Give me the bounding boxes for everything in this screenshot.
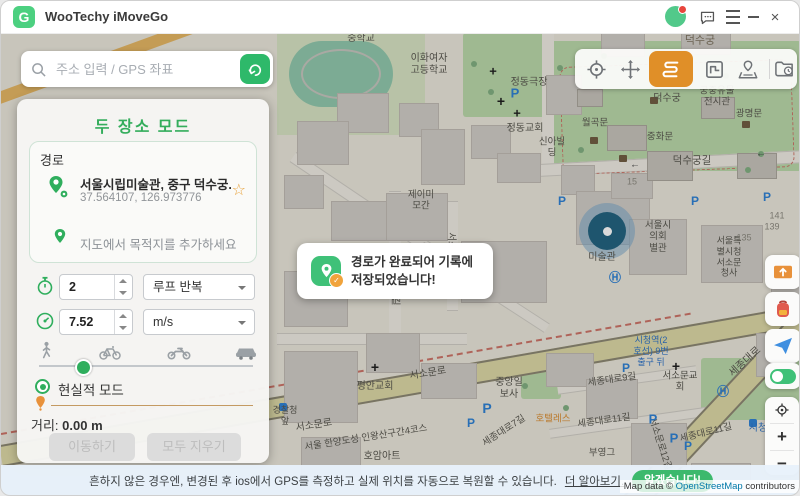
- two-spot-panel: 두 장소 모드 경로 서울시립미술관, 중구 덕수궁... 37.564107,…: [17, 99, 269, 463]
- speed-slider-thumb[interactable]: [75, 359, 92, 376]
- speed-stepper[interactable]: 7.52: [59, 309, 133, 335]
- notification-dot: [678, 5, 687, 14]
- spin-down-icon[interactable]: [119, 291, 127, 295]
- toast-message: 경로가 완료되어 기록에 저장되었습니다!: [351, 255, 473, 288]
- search-icon: [31, 62, 46, 77]
- realistic-mode-radio[interactable]: [35, 379, 50, 394]
- mode-toolbar: [575, 49, 797, 89]
- route-start-marker-icon[interactable]: [34, 395, 47, 416]
- route-label: 경로: [40, 153, 64, 168]
- multi-spot-mode-icon[interactable]: [701, 57, 727, 81]
- notice-text: 흔하지 않은 경우엔, 변경된 후 ios에서 GPS를 측정하고 실제 위치를…: [89, 476, 557, 488]
- game-backpack-button[interactable]: [765, 292, 799, 326]
- loop-count-value[interactable]: 2: [69, 280, 76, 294]
- bicycle-icon: [99, 344, 121, 365]
- route-saved-toast: ✓ 경로가 완료되어 기록에 저장되었습니다!: [297, 243, 493, 299]
- distance-row: 거리: 0.00 m: [31, 415, 103, 434]
- clear-all-button[interactable]: 모두 지우기: [147, 433, 241, 461]
- feedback-icon[interactable]: [697, 7, 717, 27]
- spin-up-icon[interactable]: [119, 279, 127, 283]
- route-box: 경로 서울시립미술관, 중구 덕수궁... 37.564107, 126.973…: [29, 141, 257, 263]
- titlebar: G WooTechy iMoveGo ×: [1, 1, 799, 34]
- cooldown-toggle[interactable]: [765, 363, 799, 389]
- origin-coords: 37.564107, 126.973776: [80, 192, 202, 204]
- origin-name[interactable]: 서울시립미술관, 중구 덕수궁...: [80, 174, 232, 193]
- favorite-star-icon[interactable]: ☆: [232, 180, 246, 200]
- map-attribution: Map data © OpenStreetMap contributors: [619, 480, 799, 493]
- route-go-button[interactable]: [240, 54, 270, 84]
- loop-count-stepper[interactable]: 2: [59, 274, 133, 300]
- paper-plane-icon: [774, 337, 792, 355]
- route-progress-line: [51, 405, 253, 406]
- speed-slider-track[interactable]: [39, 365, 253, 367]
- osm-link[interactable]: OpenStreetMap: [676, 481, 743, 492]
- spin-up-icon[interactable]: [119, 314, 127, 318]
- check-badge-icon: ✓: [329, 273, 344, 288]
- loop-count-icon: [35, 276, 55, 301]
- move-button[interactable]: 이동하기: [49, 433, 135, 461]
- search-bar: [21, 51, 273, 87]
- destination-placeholder[interactable]: 지도에서 목적지를 추가하세요: [80, 234, 236, 253]
- toolbar-divider: [769, 59, 770, 79]
- import-gpx-icon: [774, 265, 792, 279]
- toggle-switch-icon: [770, 368, 796, 384]
- walk-icon: [39, 341, 54, 365]
- car-icon: [235, 345, 257, 365]
- two-spot-mode-button-selected[interactable]: [649, 51, 693, 87]
- app-logo: G: [13, 6, 35, 28]
- avatar[interactable]: [665, 5, 687, 27]
- two-spot-route-icon: [662, 61, 679, 78]
- backpack-icon: [777, 300, 789, 317]
- origin-pin-icon: [46, 174, 70, 205]
- history-icon[interactable]: [771, 57, 797, 81]
- attribution-prefix: Map data ©: [623, 481, 676, 492]
- motorcycle-icon: [167, 344, 191, 365]
- spin-down-icon[interactable]: [119, 326, 127, 330]
- social-share-button[interactable]: [765, 329, 799, 363]
- panel-title: 두 장소 모드: [94, 119, 192, 136]
- speed-value[interactable]: 7.52: [69, 315, 93, 329]
- speed-unit-select[interactable]: m/s: [143, 309, 255, 335]
- distance-label: 거리:: [31, 418, 59, 433]
- zoom-in-button[interactable]: +: [765, 424, 799, 450]
- app-title: WooTechy iMoveGo: [45, 9, 169, 24]
- map-zoom-controls: + −: [765, 397, 799, 475]
- realistic-mode-label: 현실적 모드: [58, 383, 124, 398]
- speed-spin[interactable]: [114, 310, 132, 334]
- locate-button[interactable]: [765, 397, 799, 423]
- minimize-button[interactable]: [743, 7, 763, 27]
- close-button[interactable]: ×: [765, 7, 785, 27]
- menu-icon[interactable]: [723, 7, 743, 27]
- loop-count-spin[interactable]: [114, 275, 132, 299]
- jump-teleport-mode-icon[interactable]: [735, 57, 761, 81]
- teleport-mode-icon[interactable]: [583, 57, 609, 81]
- speed-icon: [35, 311, 55, 336]
- app-window: 중학교 이화여자 고등학교 정동극장 정동교회 덕수궁 덕수궁 궁중유물 전시관 중화문 광명문…: [0, 0, 800, 496]
- destination-pin-icon: [52, 228, 68, 251]
- joystick-mode-icon[interactable]: [617, 57, 643, 81]
- import-gpx-button[interactable]: [765, 255, 799, 289]
- loop-mode-select[interactable]: 루프 반복: [143, 274, 255, 300]
- distance-value: 0.00 m: [62, 418, 103, 433]
- attribution-suffix: contributors: [742, 481, 795, 492]
- learn-more-link[interactable]: 더 알아보기.: [565, 473, 624, 489]
